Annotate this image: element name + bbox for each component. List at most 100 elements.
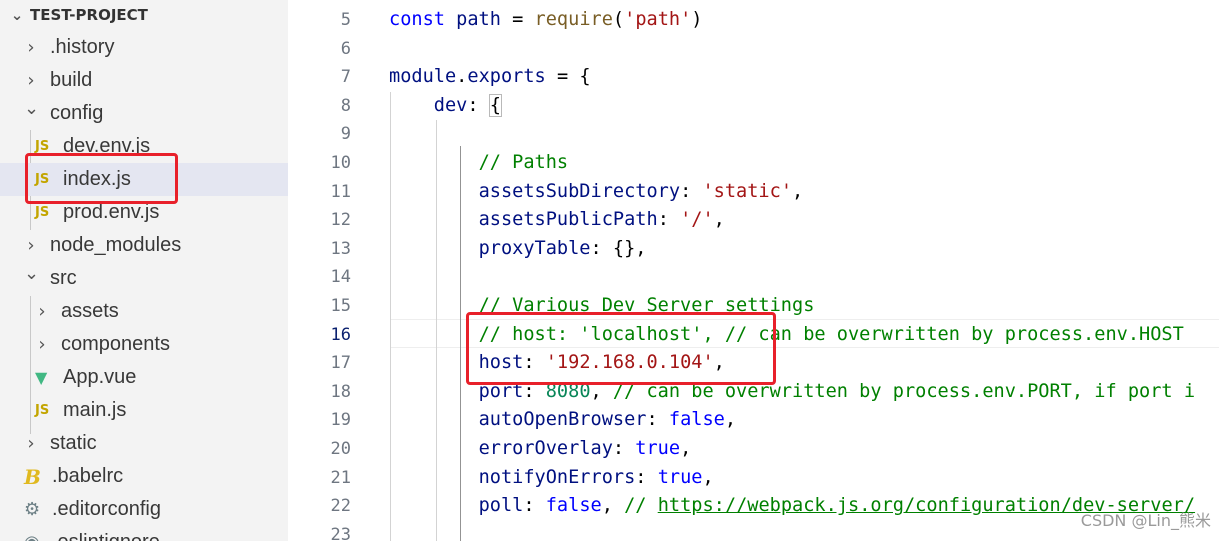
tree-item-label: dev.env.js: [63, 135, 151, 157]
code-token: ,: [713, 352, 725, 374]
code-token: autoOpenBrowser: [478, 409, 647, 431]
tree-item-label: .eslintignore: [52, 531, 160, 541]
folder-item-node-modules[interactable]: › node_modules: [0, 229, 288, 262]
project-header[interactable]: ⌄ TEST-PROJECT: [10, 4, 148, 26]
folder-item-config[interactable]: ⌄ config: [0, 97, 288, 130]
file-item-app-vue[interactable]: ▼ App.vue: [0, 361, 288, 394]
gear-icon: ⚙: [24, 499, 41, 520]
code-line[interactable]: 12 assetsPublicPath: '/',: [288, 206, 1219, 235]
line-number: 11: [330, 181, 351, 202]
code-token: ,: [601, 495, 625, 517]
folder-item-components[interactable]: › components: [0, 328, 288, 361]
code-text: errorOverlay: true,: [389, 435, 692, 464]
code-line[interactable]: 17 host: '192.168.0.104',: [288, 349, 1219, 378]
project-title: TEST-PROJECT: [30, 6, 148, 24]
file-item-editorconfig[interactable]: ⚙ .editorconfig: [0, 493, 288, 526]
code-line[interactable]: 15 // Various Dev Server settings: [288, 292, 1219, 321]
code-editor[interactable]: 5 const path = require('path') 6 7 module.ex…: [288, 0, 1219, 541]
code-token: dev: [433, 94, 468, 116]
js-file-icon: JS: [35, 172, 50, 187]
code-token: :: [657, 209, 681, 231]
file-item-prod-env-js[interactable]: JS prod.env.js: [0, 196, 288, 229]
file-item-main-js[interactable]: JS main.js: [0, 394, 288, 427]
code-token: :: [680, 180, 703, 202]
chevron-down-icon: ⌄: [10, 6, 24, 24]
code-token: {: [488, 93, 502, 117]
code-token: // can be overwritten by process.env.POR…: [612, 380, 1196, 402]
code-line[interactable]: 6: [288, 35, 1219, 64]
code-token: poll: [478, 495, 524, 517]
code-token: proxyTable: [478, 237, 591, 259]
folder-item-src[interactable]: ⌄ src: [0, 262, 288, 295]
code-line[interactable]: 21 notifyOnErrors: true,: [288, 464, 1219, 493]
tree-item-label: main.js: [63, 399, 127, 421]
code-token: false: [668, 409, 725, 431]
code-line[interactable]: 20 errorOverlay: true,: [288, 435, 1219, 464]
code-token: :: [635, 466, 658, 488]
tree-item-label: .babelrc: [52, 465, 124, 487]
line-number: 21: [330, 467, 351, 488]
code-line[interactable]: 16 // host: 'localhost', // can be overw…: [288, 321, 1219, 350]
code-token: ,: [590, 380, 613, 402]
code-text: assetsSubDirectory: 'static',: [389, 178, 804, 207]
code-text: dev: {: [389, 92, 502, 121]
code-token: ,: [702, 466, 714, 488]
code-line[interactable]: 9: [288, 120, 1219, 149]
watermark: CSDN @Lin_熊米: [1080, 511, 1211, 530]
line-number: 6: [340, 38, 351, 59]
code-line[interactable]: 19 autoOpenBrowser: false,: [288, 406, 1219, 435]
code-token: 'static': [702, 180, 793, 202]
line-number: 22: [330, 496, 351, 517]
line-number: 23: [330, 524, 351, 541]
file-item-dev-env-js[interactable]: JS dev.env.js: [0, 130, 288, 163]
folder-item-assets[interactable]: › assets: [0, 295, 288, 328]
js-file-icon: JS: [35, 139, 50, 154]
file-item-index-js[interactable]: JS index.js: [0, 163, 288, 196]
line-number: 14: [330, 267, 351, 288]
code-token: =: [500, 9, 535, 30]
tree-item-label: App.vue: [63, 366, 137, 388]
js-file-icon: JS: [35, 403, 50, 418]
tree-item-label: .history: [50, 36, 115, 58]
code-line[interactable]: 5 const path = require('path'): [288, 6, 1219, 35]
code-token: true: [635, 438, 681, 459]
line-number: 7: [340, 67, 351, 88]
code-token: '/': [680, 209, 714, 231]
file-item-eslintignore[interactable]: ◉ .eslintignore: [0, 526, 288, 541]
folder-item-static[interactable]: › static: [0, 427, 288, 460]
vue-file-icon: ▼: [35, 368, 48, 387]
code-token: :: [523, 352, 546, 374]
tree-item-label: src: [50, 267, 77, 289]
code-line[interactable]: 8 dev: {: [288, 92, 1219, 121]
code-line[interactable]: 13 proxyTable: {},: [288, 235, 1219, 264]
code-token: // Paths: [478, 152, 569, 173]
file-item-babelrc[interactable]: B .babelrc: [0, 460, 288, 493]
code-token: :: [612, 438, 636, 459]
chevron-right-icon: ›: [27, 70, 35, 91]
folder-item-history[interactable]: › .history: [0, 31, 288, 64]
tree-item-label: .editorconfig: [52, 498, 161, 520]
code-line[interactable]: 10 // Paths: [288, 149, 1219, 178]
line-number: 20: [330, 439, 351, 459]
code-line[interactable]: 22 poll: false, // https://webpack.js.or…: [288, 492, 1219, 521]
code-line[interactable]: 11 assetsSubDirectory: 'static',: [288, 178, 1219, 207]
code-line[interactable]: 23: [288, 521, 1219, 541]
code-token: assetsSubDirectory: [478, 180, 681, 202]
folder-item-build[interactable]: › build: [0, 64, 288, 97]
code-token: :: [467, 94, 490, 116]
code-line[interactable]: 7 module.exports = {: [288, 63, 1219, 92]
line-number: 5: [340, 10, 351, 30]
code-line[interactable]: 18 port: 8080, // can be overwritten by …: [288, 378, 1219, 407]
tree-item-label: assets: [61, 300, 119, 322]
code-line[interactable]: 14: [288, 263, 1219, 292]
code-token: // Various Dev Server settings: [478, 295, 815, 316]
code-text: // Paths: [389, 149, 569, 178]
code-text: port: 8080, // can be overwritten by pro…: [389, 378, 1195, 407]
line-number: 9: [340, 124, 351, 145]
code-token: path: [456, 9, 501, 30]
